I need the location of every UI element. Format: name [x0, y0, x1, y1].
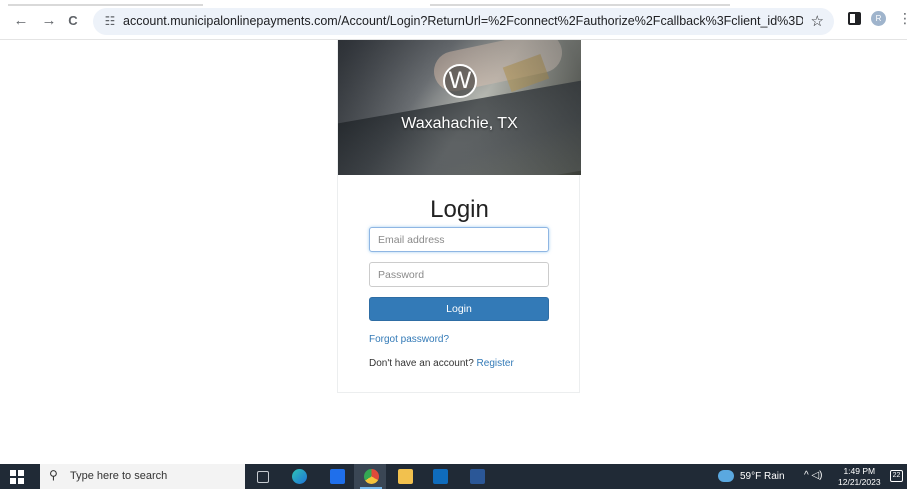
chrome-browser-icon[interactable] — [364, 469, 379, 484]
search-icon: ⚲ — [49, 468, 58, 482]
clock-date: 12/21/2023 — [838, 477, 881, 487]
side-panel-icon[interactable] — [848, 12, 861, 25]
tab-strip — [0, 0, 907, 6]
system-clock[interactable]: 1:49 PM 12/21/2023 — [838, 466, 881, 488]
search-placeholder: Type here to search — [70, 470, 168, 482]
bookmark-star-icon[interactable]: ☆ — [811, 12, 824, 30]
hero-banner: W Waxahachie, TX — [338, 40, 581, 175]
login-button[interactable]: Login — [369, 297, 549, 321]
word-icon[interactable] — [470, 469, 485, 484]
back-icon[interactable]: ← — [12, 12, 30, 30]
system-tray-icons[interactable]: ^ ◁) — [804, 470, 823, 481]
city-logo: W — [443, 64, 477, 98]
browser-toolbar: ← → C ☷ account.municipalonlinepayments.… — [0, 0, 907, 40]
file-explorer-icon[interactable] — [398, 469, 413, 484]
reload-icon[interactable]: C — [64, 12, 82, 30]
login-card: W Waxahachie, TX Login Login Forgot pass… — [337, 40, 581, 393]
register-prompt: Don't have an account? Register — [369, 358, 514, 369]
clock-time: 1:49 PM — [843, 466, 876, 476]
address-bar[interactable]: ☷ account.municipalonlinepayments.com/Ac… — [93, 8, 834, 35]
page-title: Login — [430, 196, 489, 223]
windows-start-icon[interactable] — [10, 470, 24, 484]
edge-browser-icon[interactable] — [292, 469, 307, 484]
calculator-icon[interactable] — [330, 469, 345, 484]
register-link[interactable]: Register — [477, 358, 514, 369]
notification-center-icon[interactable]: 22 — [890, 470, 903, 482]
forward-icon[interactable]: → — [40, 12, 58, 30]
email-field[interactable] — [369, 227, 549, 252]
taskbar-search-box[interactable]: ⚲ Type here to search — [40, 464, 245, 489]
forgot-password-link[interactable]: Forgot password? — [369, 334, 449, 345]
weather-status[interactable]: 59°F Rain — [740, 471, 785, 482]
site-info-icon[interactable]: ☷ — [101, 13, 119, 30]
no-account-text: Don't have an account? — [369, 358, 474, 369]
url-text[interactable]: account.municipalonlinepayments.com/Acco… — [123, 14, 803, 28]
task-view-icon[interactable] — [257, 471, 269, 483]
weather-rain-icon[interactable] — [718, 470, 734, 482]
password-field[interactable] — [369, 262, 549, 287]
outlook-icon[interactable] — [433, 469, 448, 484]
taskbar: ⚲ Type here to search 59°F Rain ^ ◁) 1:4… — [0, 464, 907, 489]
city-name: Waxahachie, TX — [401, 115, 518, 132]
browser-menu-icon[interactable]: ⋮ — [898, 11, 907, 26]
profile-avatar-icon[interactable]: R — [871, 11, 886, 26]
